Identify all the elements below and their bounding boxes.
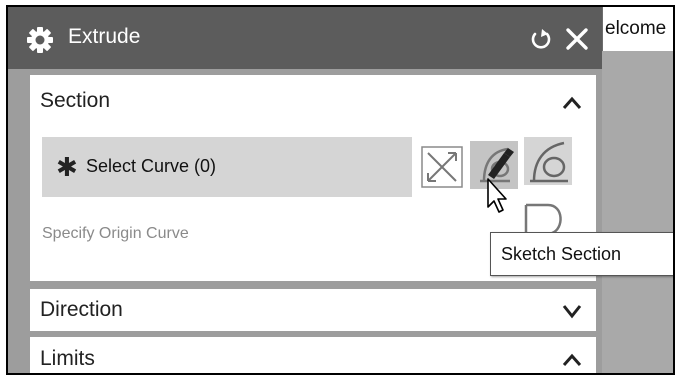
- sketch-section-tooltip: Sketch Section: [490, 232, 673, 276]
- window-frame: elcome Extrude Section ✱ Select Curve (0…: [6, 5, 675, 375]
- asterisk-icon: ✱: [56, 152, 78, 182]
- dialog-titlebar: Extrude: [8, 7, 602, 69]
- chevron-up-icon[interactable]: [562, 95, 582, 111]
- chevron-down-icon[interactable]: [562, 303, 582, 319]
- gear-icon: [27, 27, 53, 53]
- select-curve-label: Select Curve (0): [86, 156, 217, 176]
- close-icon[interactable]: [564, 26, 590, 52]
- specify-origin-curve-hint[interactable]: Specify Origin Curve: [42, 225, 189, 243]
- limits-group: Limits: [30, 337, 596, 373]
- section-title[interactable]: Section: [40, 89, 110, 113]
- limits-title[interactable]: Limits: [40, 347, 95, 371]
- mouse-cursor-icon: [487, 148, 514, 213]
- curve-icon[interactable]: [524, 137, 572, 185]
- curve-rule-icon[interactable]: [418, 143, 466, 191]
- direction-group: Direction: [30, 289, 596, 331]
- background-tab[interactable]: elcome: [602, 7, 673, 51]
- chevron-up-icon[interactable]: [562, 352, 582, 368]
- select-curve-field[interactable]: ✱ Select Curve (0): [42, 137, 412, 197]
- dialog-title: Extrude: [68, 25, 141, 48]
- reset-icon[interactable]: [528, 26, 554, 52]
- direction-title[interactable]: Direction: [40, 298, 123, 322]
